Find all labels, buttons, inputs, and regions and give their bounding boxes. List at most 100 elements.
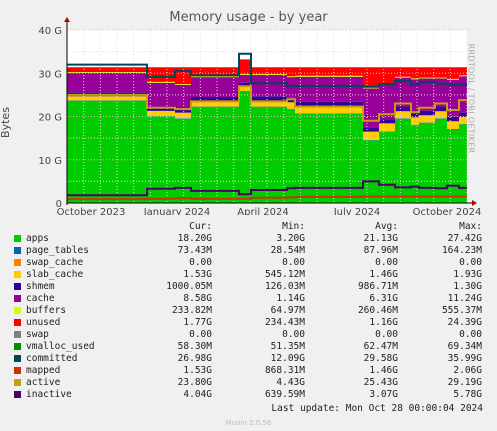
x-tick-label: July 2024: [333, 207, 381, 215]
legend-row-slab_cache: slab_cache 1.53G 545.12M 1.46G 1.93G: [12, 269, 492, 281]
legend-max: 555.37M: [441, 305, 482, 316]
y-tick-label: 10 G: [38, 156, 62, 167]
legend-avg: 29.58G: [363, 353, 398, 364]
last-update: Last update: Mon Oct 28 00:00:04 2024: [271, 403, 483, 414]
legend-cur: 23.80G: [177, 377, 212, 388]
legend: Cur: Min: Avg: Max: apps 18.20G 3.20G 21.13…: [12, 221, 492, 401]
legend-col-cur: Cur:: [189, 221, 212, 232]
legend-name: vmalloc_used: [26, 341, 95, 352]
legend-avg: 1.46G: [369, 365, 398, 376]
legend-avg: 21.13G: [363, 233, 398, 244]
legend-avg: 6.31G: [369, 293, 398, 304]
legend-swatch: [14, 271, 21, 278]
legend-max: 24.39G: [447, 317, 482, 328]
legend-avg: 260.46M: [357, 305, 398, 316]
legend-max: 29.19G: [447, 377, 482, 388]
legend-name: apps: [26, 233, 49, 244]
legend-name: active: [26, 377, 61, 388]
y-axis-arrow: [64, 17, 70, 22]
legend-max: 0.00: [459, 257, 482, 268]
x-axis-arrow: [472, 200, 477, 206]
legend-min: 12.09G: [270, 353, 305, 364]
legend-swatch: [14, 283, 21, 290]
legend-cur: 233.82M: [171, 305, 212, 316]
legend-cur: 1.53G: [183, 365, 212, 376]
x-tick-label: October 2024: [413, 207, 482, 215]
legend-swatch: [14, 391, 21, 398]
legend-name: buffers: [26, 305, 67, 316]
legend-name: committed: [26, 353, 78, 364]
legend-min: 639.59M: [264, 389, 305, 400]
x-tick-label: October 2023: [57, 207, 126, 215]
legend-swatch: [14, 367, 21, 374]
legend-avg: 1.46G: [369, 269, 398, 280]
legend-swatch: [14, 379, 21, 386]
legend-name: cache: [26, 293, 55, 304]
legend-col-min: Min:: [282, 221, 305, 232]
legend-avg: 87.96M: [363, 245, 398, 256]
legend-cur: 1.53G: [183, 269, 212, 280]
legend-row-apps: apps 18.20G 3.20G 21.13G 27.42G: [12, 233, 492, 245]
legend-avg: 0.00: [375, 257, 398, 268]
legend-cur: 26.98G: [177, 353, 212, 364]
legend-max: 35.99G: [447, 353, 482, 364]
legend-row-inactive: inactive 4.04G 639.59M 3.07G 5.78G: [12, 389, 492, 401]
legend-rows: apps 18.20G 3.20G 21.13G 27.42G page_tables 73…: [12, 233, 492, 401]
legend-min: 0.00: [282, 329, 305, 340]
legend-swatch: [14, 247, 21, 254]
legend-cur: 1.77G: [183, 317, 212, 328]
legend-min: 64.97M: [270, 305, 305, 316]
legend-avg: 25.43G: [363, 377, 398, 388]
legend-min: 1.14G: [276, 293, 305, 304]
legend-swatch: [14, 307, 21, 314]
legend-max: 11.24G: [447, 293, 482, 304]
x-tick-label: January 2024: [143, 207, 211, 215]
legend-row-page_tables: page_tables 73.43M 28.54M 87.96M 164.23M: [12, 245, 492, 257]
legend-min: 28.54M: [270, 245, 305, 256]
legend-min: 234.43M: [264, 317, 305, 328]
legend-max: 69.34M: [447, 341, 482, 352]
legend-row-active: active 23.80G 4.43G 25.43G 29.19G: [12, 377, 492, 389]
legend-max: 27.42G: [447, 233, 482, 244]
y-tick-label: 40 G: [38, 26, 62, 37]
legend-avg: 0.00: [375, 329, 398, 340]
legend-max: 2.06G: [453, 365, 482, 376]
legend-swatch: [14, 319, 21, 326]
legend-min: 126.03M: [264, 281, 305, 292]
legend-min: 4.43G: [276, 377, 305, 388]
legend-header: Cur: Min: Avg: Max:: [12, 221, 492, 233]
legend-name: page_tables: [26, 245, 89, 256]
legend-swatch: [14, 355, 21, 362]
legend-cur: 4.04G: [183, 389, 212, 400]
legend-avg: 1.16G: [369, 317, 398, 328]
legend-row-cache: cache 8.58G 1.14G 6.31G 11.24G: [12, 293, 492, 305]
legend-name: slab_cache: [26, 269, 84, 280]
legend-row-unused: unused 1.77G 234.43M 1.16G 24.39G: [12, 317, 492, 329]
legend-cur: 58.30M: [177, 341, 212, 352]
legend-max: 1.30G: [453, 281, 482, 292]
legend-cur: 1000.05M: [166, 281, 212, 292]
legend-name: inactive: [26, 389, 72, 400]
legend-avg: 62.47M: [363, 341, 398, 352]
legend-min: 3.20G: [276, 233, 305, 244]
legend-avg: 986.71M: [357, 281, 398, 292]
legend-name: swap: [26, 329, 49, 340]
legend-swatch: [14, 343, 21, 350]
legend-cur: 73.43M: [177, 245, 212, 256]
x-tick-label: April 2024: [237, 207, 288, 215]
legend-min: 0.00: [282, 257, 305, 268]
legend-cur: 0.00: [189, 329, 212, 340]
legend-swatch: [14, 331, 21, 338]
legend-col-avg: Avg:: [375, 221, 398, 232]
legend-min: 51.35M: [270, 341, 305, 352]
legend-avg: 3.07G: [369, 389, 398, 400]
legend-row-mapped: mapped 1.53G 868.31M 1.46G 2.06G: [12, 365, 492, 377]
legend-row-shmem: shmem 1000.05M 126.03M 986.71M 1.30G: [12, 281, 492, 293]
legend-row-swap_cache: swap_cache 0.00 0.00 0.00 0.00: [12, 257, 492, 269]
legend-row-swap: swap 0.00 0.00 0.00 0.00: [12, 329, 492, 341]
legend-max: 164.23M: [441, 245, 482, 256]
legend-min: 545.12M: [264, 269, 305, 280]
legend-cur: 0.00: [189, 257, 212, 268]
legend-row-buffers: buffers 233.82M 64.97M 260.46M 555.37M: [12, 305, 492, 317]
legend-name: mapped: [26, 365, 61, 376]
